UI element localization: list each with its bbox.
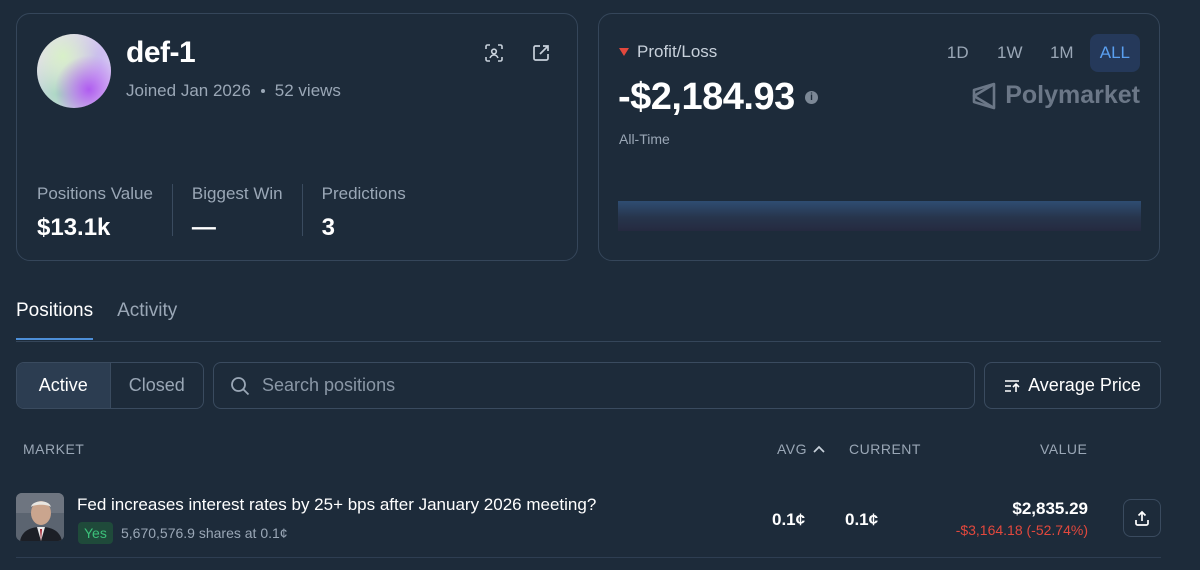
position-value: $2,835.29	[1012, 499, 1088, 518]
range-1d[interactable]: 1D	[934, 34, 982, 72]
info-icon[interactable]: i	[804, 91, 818, 104]
tab-positions[interactable]: Positions	[16, 300, 94, 340]
pnl-chart	[618, 201, 1141, 231]
down-triangle-icon	[619, 48, 629, 56]
pnl-label: Profit/Loss	[619, 42, 717, 62]
joined-date: Joined Jan 2026	[126, 81, 251, 100]
position-change: -$3,164.18 (-52.74%)	[955, 522, 1088, 538]
market-thumbnail	[16, 493, 64, 541]
time-range-selector: 1D 1W 1M ALL	[934, 34, 1140, 72]
table-row[interactable]: Fed increases interest rates by 25+ bps …	[16, 485, 1161, 558]
profile-stats: Positions Value $13.1k Biggest Win — Pre…	[37, 184, 444, 241]
stat-label: Predictions	[321, 184, 406, 203]
tabs-divider	[16, 341, 1161, 342]
pnl-card: Profit/Loss -$2,184.93 i All-Time 1D 1W …	[598, 13, 1160, 261]
username: def-1	[126, 36, 196, 69]
main-tabs: Positions Activity	[16, 300, 177, 340]
stat-value: 3	[321, 214, 335, 241]
column-current[interactable]: CURRENT	[849, 441, 921, 457]
search-icon	[231, 376, 250, 395]
avg-price: 0.1¢	[772, 510, 806, 529]
filter-active-button[interactable]: Active	[17, 363, 111, 408]
separator-dot	[260, 89, 265, 93]
outcome-badge: Yes	[78, 522, 113, 544]
shares-info: 5,670,576.9 shares at 0.1¢	[121, 525, 288, 541]
stat-label: Positions Value	[37, 184, 153, 203]
sort-label: Average Price	[1028, 375, 1141, 395]
market-image	[16, 493, 64, 541]
avatar	[37, 34, 111, 108]
column-avg-label: AVG	[777, 441, 808, 457]
sort-icon	[1005, 379, 1020, 392]
range-1w[interactable]: 1W	[986, 34, 1034, 72]
polymarket-logo-icon	[972, 82, 996, 109]
chevron-up-icon	[813, 445, 825, 453]
profile-card: def-1 Joined Jan 2026 52 views Positions…	[16, 13, 578, 261]
stat-label: Biggest Win	[191, 184, 283, 203]
filter-closed-button[interactable]: Closed	[111, 363, 204, 408]
profile-meta: Joined Jan 2026 52 views	[126, 81, 341, 101]
column-market[interactable]: MARKET	[23, 441, 84, 457]
range-all[interactable]: ALL	[1089, 34, 1140, 72]
search-box	[213, 362, 975, 409]
column-avg[interactable]: AVG	[777, 441, 825, 457]
share-icon	[1135, 510, 1149, 526]
pnl-amount: -$2,184.93	[618, 76, 795, 118]
view-count: 52 views	[274, 81, 341, 100]
stat-value: $13.1k	[37, 214, 111, 241]
status-filter: Active Closed	[16, 362, 204, 409]
market-title[interactable]: Fed increases interest rates by 25+ bps …	[77, 495, 596, 515]
range-1m[interactable]: 1M	[1038, 34, 1086, 72]
polymarket-brand: Polymarket	[971, 81, 1140, 110]
stat-biggest-win: Biggest Win —	[191, 184, 303, 241]
pnl-period: All-Time	[619, 131, 670, 147]
brand-name: Polymarket	[1005, 81, 1140, 109]
stat-predictions: Predictions 3	[321, 184, 425, 241]
pnl-label-text: Profit/Loss	[637, 42, 718, 61]
sort-button[interactable]: Average Price	[984, 362, 1161, 409]
tab-activity[interactable]: Activity	[117, 300, 177, 340]
stat-value: —	[191, 214, 216, 241]
column-value[interactable]: VALUE	[1040, 441, 1087, 457]
scan-icon[interactable]	[482, 41, 506, 65]
pnl-value: -$2,184.93 i	[618, 76, 818, 119]
share-button[interactable]	[1123, 499, 1161, 537]
stat-positions-value: Positions Value $13.1k	[37, 184, 173, 241]
current-price: 0.1¢	[845, 510, 879, 529]
search-input[interactable]	[262, 375, 942, 396]
external-link-icon[interactable]	[529, 41, 553, 65]
